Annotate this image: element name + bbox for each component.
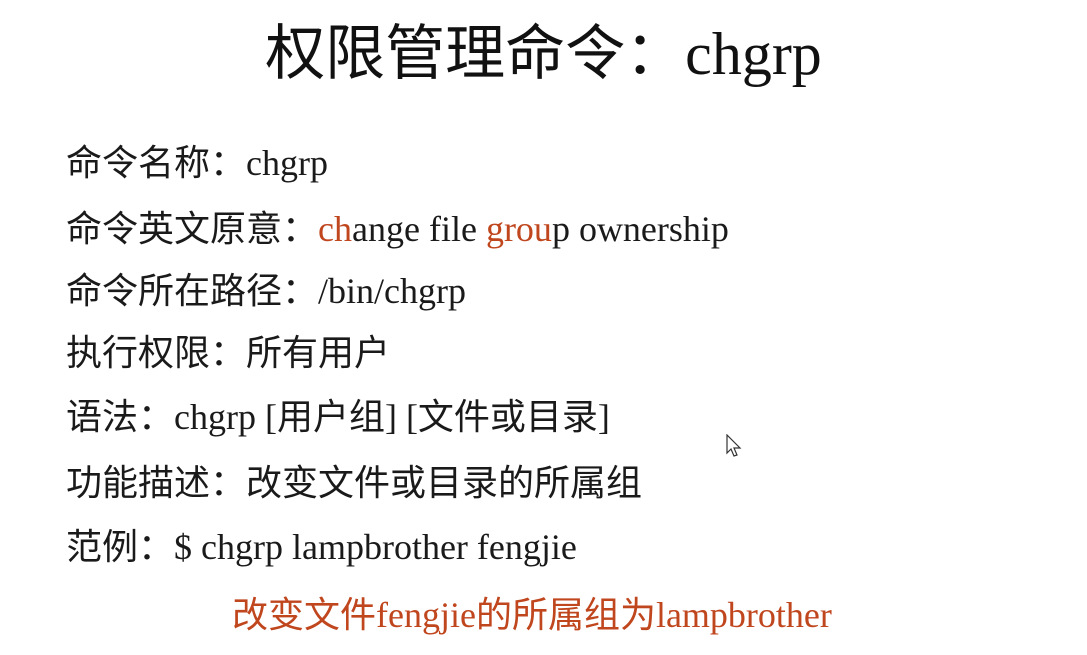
origin-highlight-grou: grou [485, 209, 552, 249]
execute-permission-line: 执行权限：所有用户 [66, 333, 391, 373]
command-name-line: 命令名称：chgrp [66, 143, 328, 183]
description-line: 功能描述：改变文件或目录的所属组 [66, 463, 643, 503]
origin-highlight-ch: ch [318, 209, 352, 249]
origin-text-ange-file: ange file [352, 209, 486, 249]
command-path-line: 命令所在路径：/bin/chgrp [66, 271, 466, 311]
command-origin-label: 命令英文原意： [66, 209, 319, 249]
command-origin-line: 命令英文原意：change file group ownership [66, 204, 729, 254]
slide-title: 权限管理命令：chgrp [265, 21, 822, 87]
syntax-line: 语法：chgrp [用户组] [文件或目录] [66, 397, 610, 437]
example-note: 改变文件fengjie的所属组为lampbrother [232, 595, 832, 635]
origin-text-p: p [551, 209, 570, 249]
example-line: 范例：$ chgrp lampbrother fengjie [66, 527, 577, 567]
mouse-pointer-icon [726, 433, 742, 458]
origin-text-ownership: ownership [569, 209, 729, 249]
